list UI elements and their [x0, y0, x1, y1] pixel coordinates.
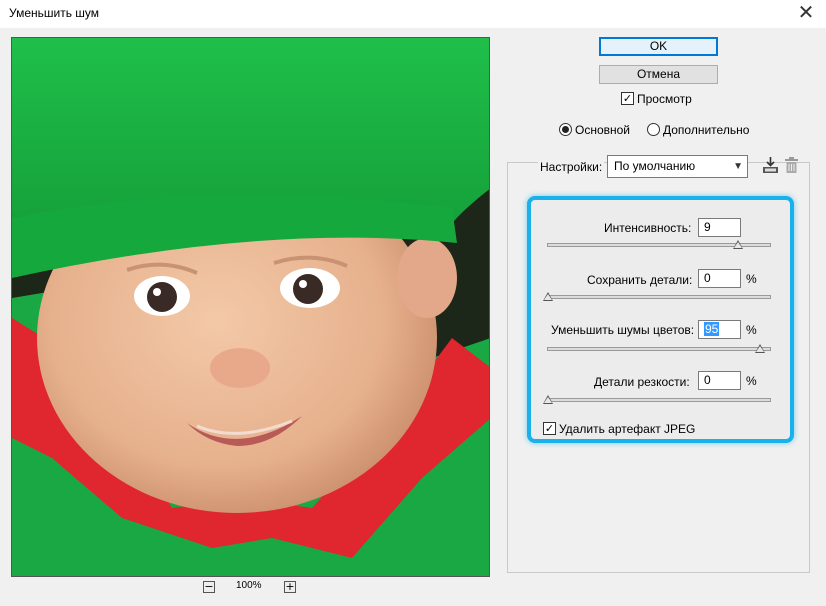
- reduce-color-noise-slider[interactable]: [547, 347, 771, 351]
- strength-label: Интенсивность:: [604, 221, 692, 235]
- close-icon[interactable]: ✕: [792, 2, 820, 26]
- zoom-out-button[interactable]: −: [203, 581, 215, 593]
- preview-checkbox[interactable]: ✓: [621, 92, 634, 105]
- preview-checkbox-label: Просмотр: [637, 92, 692, 106]
- sharpen-details-unit: %: [746, 374, 757, 388]
- preserve-details-input[interactable]: 0: [698, 269, 741, 288]
- title-bar: Уменьшить шум ✕: [0, 0, 826, 28]
- mode-basic-label: Основной: [575, 123, 631, 137]
- mode-advanced-radio[interactable]: [647, 123, 660, 136]
- reduce-color-noise-slider-handle[interactable]: [755, 344, 765, 353]
- mode-basic-radio[interactable]: [559, 123, 572, 136]
- reduce-color-noise-input[interactable]: 95: [698, 320, 741, 339]
- strength-input[interactable]: 9: [698, 218, 741, 237]
- jpeg-artifact-checkbox[interactable]: ✓: [543, 422, 556, 435]
- preserve-details-unit: %: [746, 272, 757, 286]
- mode-advanced-label: Дополнительно: [663, 123, 750, 137]
- chevron-down-icon: ▼: [733, 161, 743, 172]
- preview-image[interactable]: [11, 37, 490, 577]
- sharpen-details-input[interactable]: 0: [698, 371, 741, 390]
- zoom-in-button[interactable]: +: [284, 581, 296, 593]
- sharpen-details-value: 0: [704, 373, 711, 387]
- settings-select-value: По умолчанию: [614, 159, 696, 173]
- ok-button[interactable]: OK: [599, 37, 718, 56]
- sharpen-details-slider[interactable]: [547, 398, 771, 402]
- trash-icon[interactable]: [785, 157, 798, 176]
- save-icon[interactable]: [762, 156, 779, 177]
- cancel-button[interactable]: Отмена: [599, 65, 718, 84]
- reduce-color-noise-unit: %: [746, 323, 757, 337]
- sharpen-details-label: Детали резкости:: [594, 375, 690, 389]
- preserve-details-slider[interactable]: [547, 295, 771, 299]
- window-title: Уменьшить шум: [9, 6, 100, 20]
- jpeg-artifact-label: Удалить артефакт JPEG: [559, 422, 696, 436]
- sharpen-details-slider-handle[interactable]: [543, 395, 553, 404]
- settings-label: Настройки:: [538, 160, 605, 174]
- preserve-details-slider-handle[interactable]: [543, 292, 553, 301]
- strength-slider-handle[interactable]: [733, 240, 743, 249]
- preserve-details-label: Сохранить детали:: [587, 273, 693, 287]
- settings-select[interactable]: По умолчанию ▼: [607, 155, 748, 178]
- strength-value: 9: [704, 220, 711, 234]
- zoom-bar: − 100% +: [203, 580, 303, 596]
- preserve-details-value: 0: [704, 271, 711, 285]
- reduce-color-noise-label: Уменьшить шумы цветов:: [551, 323, 695, 337]
- zoom-level: 100%: [236, 580, 262, 591]
- reduce-color-noise-value: 95: [704, 322, 720, 336]
